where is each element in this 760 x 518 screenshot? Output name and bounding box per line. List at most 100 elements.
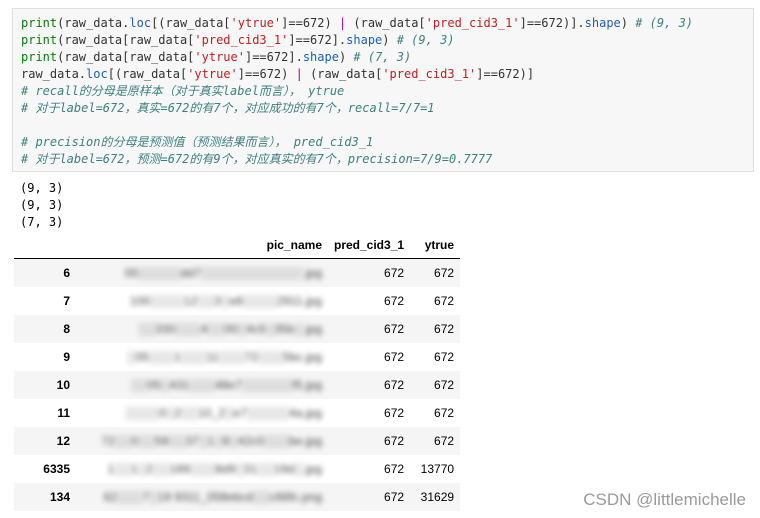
row-index: 12 bbox=[56, 434, 70, 448]
code-token: 672 bbox=[266, 50, 289, 64]
ytrue-cell: 672 bbox=[434, 434, 455, 448]
code-token: shape bbox=[584, 16, 621, 30]
table-row: 11 ░░░░0░2░░10_2░e7░░░░░4a.jpg 672 672 bbox=[14, 399, 460, 427]
code-token: 'pred_cid3_1' bbox=[382, 67, 477, 81]
pic-name-cell: 00░░░░░dd7░░░░░░░░░░░░.jpg bbox=[76, 259, 328, 288]
ytrue-cell: 672 bbox=[434, 378, 455, 392]
ytrue-cell: 31629 bbox=[420, 490, 455, 504]
code-token: [(raw_data[ bbox=[151, 16, 231, 30]
row-index: 8 bbox=[63, 322, 70, 336]
pred-cid3-1-cell: 672 bbox=[384, 322, 405, 336]
watermark: CSDN @littlemichelle bbox=[583, 490, 746, 509]
pic-name-cell: ░05░░░1░░░11░░░72░░░5bc.jpg bbox=[76, 343, 328, 371]
code-line: # 对于label=672，预测=672的有9个，对应真实的有7个，precis… bbox=[21, 151, 693, 168]
pic-name-cell: ░░330░░░4░░00░4c5░35b░.jpg bbox=[76, 315, 328, 343]
code-token: (raw_data[raw_data[ bbox=[57, 50, 195, 64]
code-token: 672 bbox=[541, 16, 563, 30]
code-line: # recall的分母是原样本（对于真实label而言）， ytrue bbox=[21, 83, 693, 100]
row-index: 11 bbox=[57, 406, 70, 420]
code-token: ]== bbox=[288, 33, 311, 47]
code-editor[interactable]: print(raw_data.loc[(raw_data['ytrue']==6… bbox=[21, 15, 693, 168]
code-token: (raw_data[raw_data[ bbox=[57, 33, 195, 47]
ytrue-cell: 672 bbox=[434, 294, 455, 308]
code-line: raw_data.loc[(raw_data['ytrue']==672) | … bbox=[21, 66, 693, 83]
pred-cid3-1-cell: 672 bbox=[384, 462, 405, 476]
table-row: 7 100░░░░12░░3░e8░░░░2911.jpg 672 672 bbox=[14, 287, 460, 315]
code-token: [(raw_data[ bbox=[107, 67, 188, 81]
code-token: 672 bbox=[310, 33, 332, 47]
pic-name-cell: ░░05░431░░░48e7░░░░░░f5.jpg bbox=[76, 371, 328, 399]
ytrue-cell: 672 bbox=[434, 266, 455, 280]
code-token: ]. bbox=[288, 50, 303, 64]
code-token: ]== bbox=[281, 16, 303, 30]
code-cell[interactable]: print(raw_data.loc[(raw_data['ytrue']==6… bbox=[12, 8, 754, 172]
code-token: ]== bbox=[244, 50, 267, 64]
code-token: # 对于label=672，真实=672的有7个，对应成功的有7个，recall… bbox=[21, 101, 435, 115]
table-row: 6 00░░░░░dd7░░░░░░░░░░░░.jpg 672 672 bbox=[14, 258, 461, 288]
code-token: # precision的分母是预测值（预测结果而言）， pred_cid3_1 bbox=[21, 135, 374, 149]
code-token: ]== bbox=[237, 67, 260, 81]
code-token: # (9, 3) bbox=[396, 33, 455, 47]
pic-name-cell: 72░░0░░59░░37░1░8░42c0░░░be.jpg bbox=[76, 427, 328, 455]
pred-cid3-1-cell: 672 bbox=[384, 490, 405, 504]
pic-name-text: 1░░1░2░░189░░░8d9░31░░19d░.jpg bbox=[107, 462, 322, 476]
code-token: raw_data. bbox=[21, 67, 87, 81]
code-token: 672 bbox=[259, 67, 282, 81]
pic-name-cell: ░░░░0░2░░10_2░e7░░░░░4a.jpg bbox=[76, 399, 328, 427]
code-token: ]== bbox=[476, 67, 498, 81]
table-row: 10 ░░05░431░░░48e7░░░░░░f5.jpg 672 672 bbox=[14, 371, 461, 399]
row-index: 6 bbox=[63, 266, 70, 280]
code-token: print bbox=[21, 33, 58, 47]
table-row: 134 62░░░7░19 9311_058ebcd░░c66fc.png 672 3… bbox=[14, 483, 461, 511]
code-token: 'ytrue' bbox=[230, 16, 282, 30]
code-token: 'ytrue' bbox=[187, 67, 238, 81]
ytrue-cell: 672 bbox=[434, 406, 455, 420]
table-row: 12 72░░0░░59░░37░1░8░42c0░░░be.jpg 672 672 bbox=[14, 427, 461, 455]
code-token: (raw_data[ bbox=[346, 16, 426, 30]
code-token: loc bbox=[86, 67, 108, 81]
index-header bbox=[14, 232, 76, 259]
code-token: ) bbox=[281, 67, 296, 81]
code-token: ) bbox=[620, 16, 636, 30]
code-token: shape bbox=[346, 33, 383, 47]
code-token: print bbox=[21, 16, 58, 30]
code-token: )] bbox=[519, 67, 535, 81]
code-token: # recall的分母是原样本（对于真实label而言）， ytrue bbox=[21, 84, 345, 98]
output-line: (9, 3) bbox=[20, 181, 64, 195]
code-line: # precision的分母是预测值（预测结果而言）， pred_cid3_1 bbox=[21, 134, 693, 151]
ytrue-cell: 13770 bbox=[420, 462, 455, 476]
pred-cid3-1-cell: 672 bbox=[384, 406, 405, 420]
code-token: shape bbox=[302, 50, 339, 64]
pic-name-text: ░░05░431░░░48e7░░░░░░f5.jpg bbox=[130, 378, 322, 392]
code-token: )]. bbox=[562, 16, 585, 30]
code-line: # 对于label=672，真实=672的有7个，对应成功的有7个，recall… bbox=[21, 100, 693, 117]
code-token: | bbox=[295, 67, 303, 81]
code-token: loc bbox=[129, 16, 152, 30]
pred-cid3-1-cell: 672 bbox=[384, 434, 405, 448]
output-line: (9, 3) bbox=[20, 198, 64, 212]
table-row: 6335 1░░1░2░░189░░░8d9░31░░19d░.jpg 672 137… bbox=[14, 455, 460, 483]
code-token: 672 bbox=[497, 67, 520, 81]
code-token: (raw_data[ bbox=[302, 67, 383, 81]
table-row: 8 ░░330░░░4░░00░4c5░35b░.jpg 672 672 bbox=[14, 315, 461, 343]
pic-name-text: ░░330░░░4░░00░4c5░35b░.jpg bbox=[138, 322, 322, 336]
row-index: 6335 bbox=[43, 462, 70, 476]
pic-name-cell: 62░░░7░19 9311_058ebcd░░c66fc.png bbox=[76, 483, 328, 511]
code-token: print bbox=[21, 50, 58, 64]
code-token: ) bbox=[382, 33, 397, 47]
pred-cid3-1-cell: 672 bbox=[384, 266, 405, 280]
pic-name-text: 100░░░░12░░3░e8░░░░2911.jpg bbox=[129, 294, 322, 308]
code-token: ) bbox=[338, 50, 354, 64]
row-index: 134 bbox=[49, 490, 70, 504]
pred-cid3-1-cell: 672 bbox=[384, 294, 405, 308]
pic-name-text: 00░░░░░dd7░░░░░░░░░░░░.jpg bbox=[124, 266, 322, 280]
code-line: print(raw_data[raw_data['pred_cid3_1']==… bbox=[21, 32, 693, 49]
table-row: 9 ░05░░░1░░░11░░░72░░░5bc.jpg 672 672 bbox=[14, 343, 460, 371]
column-header-pic-name: pic_name bbox=[76, 232, 328, 259]
dataframe-table: pic_name pred_cid3_1 ytrue 6 00░░░░░dd7░░… bbox=[14, 232, 461, 511]
cell-output: (9, 3) (9, 3) (7, 3) bbox=[20, 180, 63, 231]
code-token: (raw_data. bbox=[57, 16, 130, 30]
table-body: 6 00░░░░░dd7░░░░░░░░░░░░.jpg 672 672 7 100░░░… bbox=[14, 258, 461, 511]
code-token: 672 bbox=[302, 16, 325, 30]
